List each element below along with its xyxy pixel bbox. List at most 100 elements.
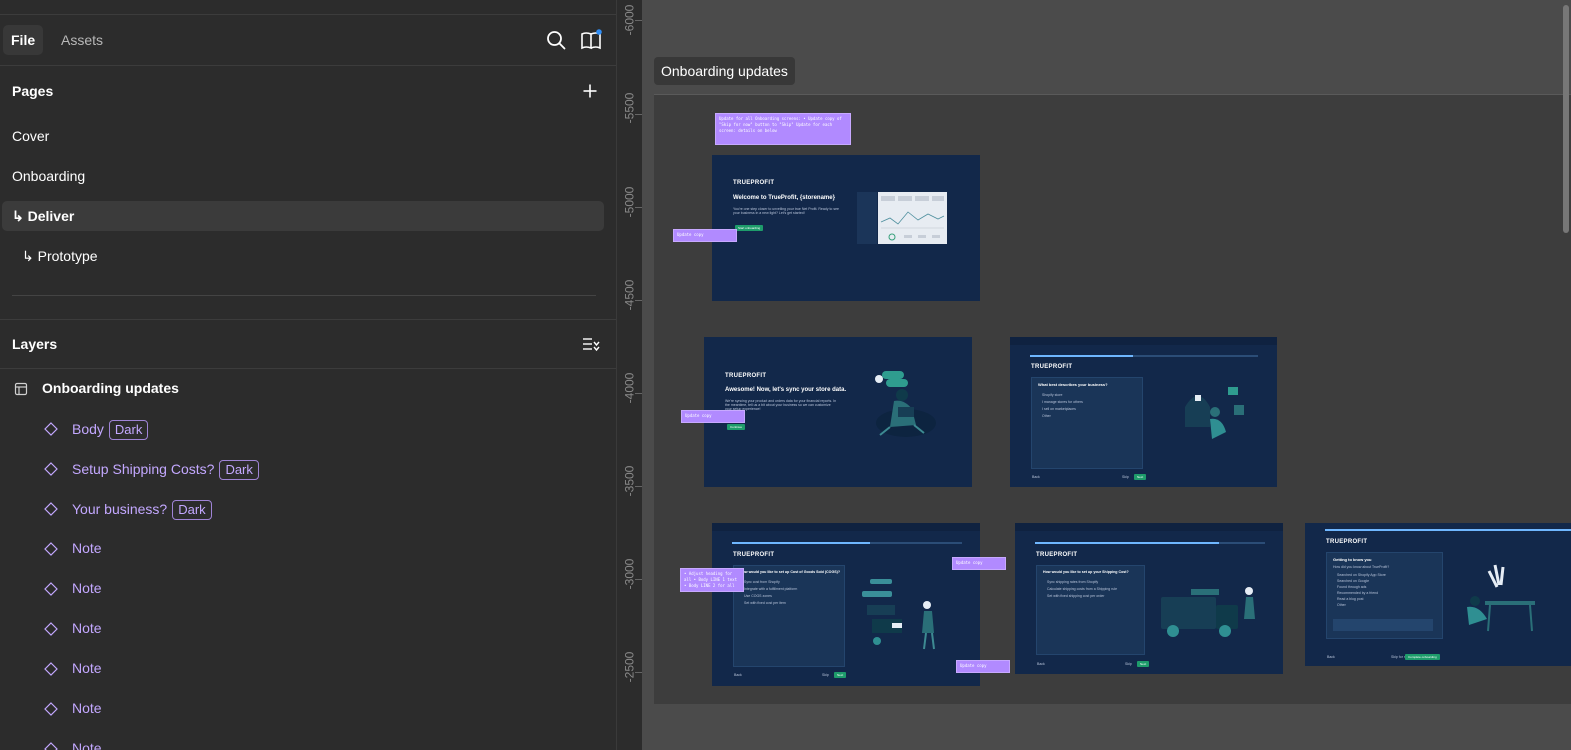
design-canvas[interactable]: Onboarding updates Update for all Onboar… bbox=[642, 0, 1571, 750]
start-button[interactable]: Start onboarding bbox=[735, 225, 764, 231]
option[interactable]: Sync shipping rates from Shopify bbox=[1047, 580, 1098, 584]
layer-root[interactable]: Onboarding updates bbox=[0, 369, 616, 409]
screen-body: You're one step closer to unveiling your… bbox=[733, 207, 839, 215]
warehouse-illustration-icon bbox=[862, 579, 935, 650]
pages-resize-handle[interactable] bbox=[12, 295, 596, 296]
layer-row[interactable]: Note bbox=[0, 689, 616, 729]
screen-shipping[interactable]: TRUEPROFIT How would you like to set up … bbox=[1015, 523, 1283, 674]
skip-button[interactable]: Skip bbox=[1125, 662, 1132, 666]
page-item-cover[interactable]: Cover bbox=[12, 121, 49, 151]
question-heading: Getting to know you bbox=[1333, 557, 1372, 562]
logo-text: TRUEPROFIT bbox=[733, 552, 775, 558]
tab-assets[interactable]: Assets bbox=[53, 25, 111, 55]
ruler-tick bbox=[635, 393, 642, 394]
screen-heading: Awesome! Now, let's sync your store data… bbox=[725, 387, 847, 393]
layer-row[interactable]: Note bbox=[0, 609, 616, 649]
library-book-icon[interactable] bbox=[579, 28, 603, 52]
layer-row[interactable]: Note bbox=[0, 729, 616, 750]
page-item-onboarding[interactable]: Onboarding bbox=[12, 161, 85, 191]
option[interactable]: Read a blog post bbox=[1337, 597, 1363, 601]
screen-heading: Welcome to TrueProfit, {storename} bbox=[733, 195, 835, 201]
screen-cogs[interactable]: TRUEPROFIT How would you like to set up … bbox=[712, 523, 980, 686]
note-small[interactable]: Update copy bbox=[952, 557, 1006, 570]
panel-tabs: File Assets bbox=[0, 24, 616, 56]
layer-row[interactable]: Your business? Dark bbox=[0, 489, 616, 529]
logo-text: TRUEPROFIT bbox=[1031, 364, 1073, 370]
option[interactable]: Use COGS zones bbox=[744, 594, 772, 598]
progress-bar bbox=[1030, 355, 1258, 357]
layers-list-icon[interactable] bbox=[582, 336, 600, 352]
screen-business[interactable]: TRUEPROFIT What best describes your busi… bbox=[1010, 337, 1277, 487]
back-button[interactable]: Back bbox=[1327, 655, 1335, 659]
layer-row[interactable]: Setup Shipping Costs? Dark bbox=[0, 449, 616, 489]
option[interactable]: Set with fixed cost per item bbox=[744, 601, 786, 605]
back-button[interactable]: Back bbox=[1032, 475, 1040, 479]
option[interactable]: Recommended by a friend bbox=[1337, 591, 1378, 595]
ruler-label: -4500 bbox=[622, 279, 637, 311]
screen-about[interactable]: TRUEPROFIT Getting to know you How did y… bbox=[1305, 523, 1571, 666]
layer-label: Note bbox=[72, 700, 102, 716]
layer-label: Note bbox=[72, 540, 102, 556]
note-small[interactable]: Update copy bbox=[956, 660, 1010, 673]
tab-file[interactable]: File bbox=[3, 25, 44, 55]
option[interactable]: Searched on Shopify App Store bbox=[1337, 573, 1386, 577]
option[interactable]: Calculate shipping costs from a Shipping… bbox=[1047, 587, 1117, 591]
layer-row[interactable]: Body Dark bbox=[0, 409, 616, 449]
back-button[interactable]: Back bbox=[1037, 662, 1045, 666]
skip-button[interactable]: Skip bbox=[1122, 475, 1129, 479]
note-small[interactable]: Update copy bbox=[681, 410, 745, 423]
next-button[interactable]: Next bbox=[1134, 474, 1147, 480]
option[interactable]: Shopify store bbox=[1042, 393, 1062, 397]
option[interactable]: Integrate with a fulfillment platform bbox=[744, 587, 797, 591]
ruler-tick bbox=[635, 20, 642, 21]
page-item-deliver[interactable]: ↳ Deliver bbox=[2, 201, 604, 231]
note-small[interactable]: • Adjust heading for all • Body LINE 1 t… bbox=[680, 568, 744, 592]
note-small[interactable]: Update copy bbox=[673, 229, 737, 242]
pages-title: Pages bbox=[12, 83, 54, 99]
onboarding-updates-frame[interactable]: Update for all Onboarding screens: • Upd… bbox=[654, 94, 1571, 704]
option[interactable]: I sell on marketplaces bbox=[1042, 407, 1076, 411]
plus-icon[interactable] bbox=[582, 83, 598, 99]
option[interactable]: Set with fixed shipping cost per order bbox=[1047, 594, 1104, 598]
component-diamond-icon bbox=[44, 662, 58, 676]
back-button[interactable]: Back bbox=[734, 673, 742, 677]
dashboard-chart-icon bbox=[880, 196, 945, 241]
ruler-tick bbox=[635, 486, 642, 487]
option[interactable]: Sync cost from Shopify bbox=[744, 580, 780, 584]
ruler-tick bbox=[635, 207, 642, 208]
layer-tag: Dark bbox=[172, 500, 212, 520]
option[interactable]: Searched on Google bbox=[1337, 579, 1369, 583]
layer-root-label: Onboarding updates bbox=[42, 380, 179, 396]
option[interactable]: Other bbox=[1042, 414, 1051, 418]
ruler-tick bbox=[635, 672, 642, 673]
layer-row[interactable]: Note bbox=[0, 649, 616, 689]
component-diamond-icon bbox=[44, 622, 58, 636]
answer-textarea[interactable] bbox=[1333, 619, 1433, 631]
frame-title-label[interactable]: Onboarding updates bbox=[654, 57, 795, 85]
layer-row[interactable]: Note bbox=[0, 529, 616, 569]
layer-row[interactable]: Note bbox=[0, 569, 616, 609]
next-button[interactable]: Next bbox=[834, 672, 847, 678]
layer-tag: Dark bbox=[219, 460, 259, 480]
search-icon[interactable] bbox=[544, 28, 568, 52]
layer-label: Note bbox=[72, 620, 102, 636]
component-diamond-icon bbox=[44, 422, 58, 436]
question-heading: What best describes your business? bbox=[1038, 382, 1108, 387]
option[interactable]: I manage stores for others bbox=[1042, 400, 1083, 404]
skip-button[interactable]: Skip bbox=[822, 673, 829, 677]
page-item-prototype[interactable]: ↳ Prototype bbox=[22, 241, 98, 271]
next-button[interactable]: Next bbox=[1137, 661, 1150, 667]
question-panel: How would you like to set up Cost of Goo… bbox=[733, 565, 845, 667]
complete-button[interactable]: Complete onboarding bbox=[1405, 654, 1440, 660]
option[interactable]: Found through ads bbox=[1337, 585, 1366, 589]
continue-button[interactable]: Continue bbox=[727, 424, 746, 430]
layer-label: Note bbox=[72, 580, 102, 596]
screen-welcome[interactable]: TRUEPROFIT Welcome to TrueProfit, {store… bbox=[712, 155, 980, 301]
note-top[interactable]: Update for all Onboarding screens: • Upd… bbox=[715, 113, 851, 145]
dashboard-preview-sidebar bbox=[857, 192, 877, 244]
component-diamond-icon bbox=[44, 462, 58, 476]
question-panel: Getting to know you How did you know abo… bbox=[1326, 552, 1443, 639]
option[interactable]: Other bbox=[1337, 603, 1346, 607]
ruler-label: -4000 bbox=[622, 372, 637, 404]
canvas-scrollbar[interactable] bbox=[1563, 5, 1569, 233]
